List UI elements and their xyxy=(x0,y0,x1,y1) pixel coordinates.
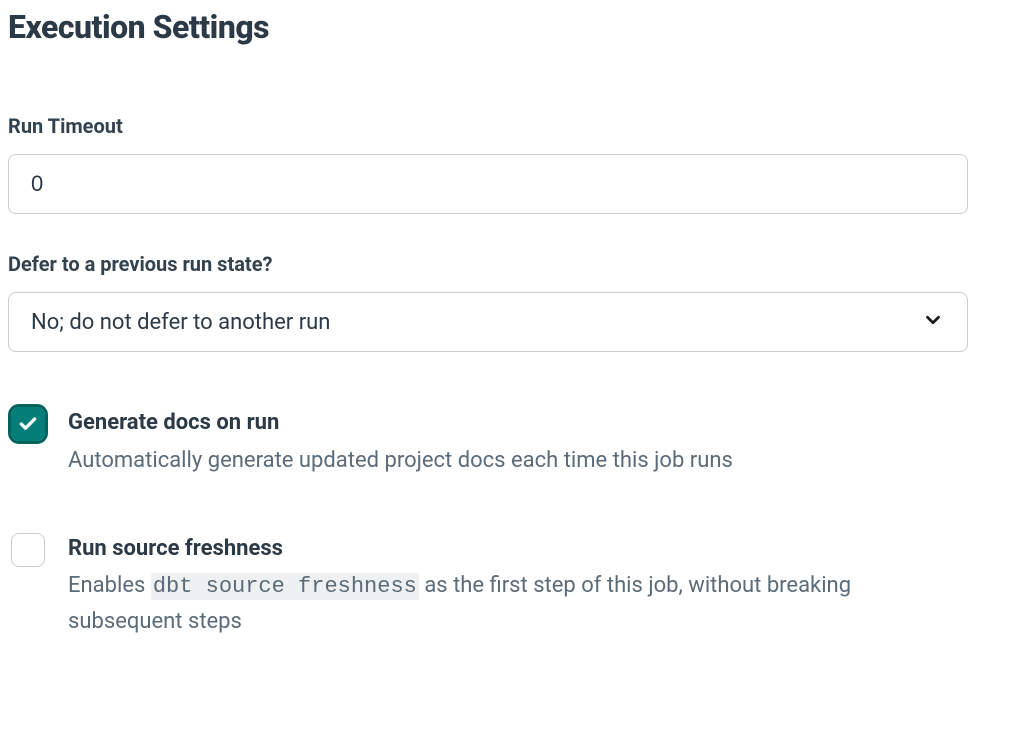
generate-docs-row: Generate docs on run Automatically gener… xyxy=(8,408,1016,478)
section-title: Execution Settings xyxy=(8,8,1016,46)
defer-run-select[interactable]: No; do not defer to another run xyxy=(8,292,968,352)
generate-docs-description: Automatically generate updated project d… xyxy=(68,444,968,478)
defer-run-group: Defer to a previous run state? No; do no… xyxy=(8,252,1016,352)
source-freshness-description: Enables dbt source freshness as the firs… xyxy=(68,569,968,638)
run-timeout-label: Run Timeout xyxy=(8,114,1016,138)
generate-docs-checkbox-container xyxy=(8,404,48,444)
source-freshness-row: Run source freshness Enables dbt source … xyxy=(8,534,1016,639)
source-freshness-checkbox-container xyxy=(8,530,48,570)
generate-docs-title: Generate docs on run xyxy=(68,408,968,438)
defer-run-label: Defer to a previous run state? xyxy=(8,252,1016,276)
source-freshness-title: Run source freshness xyxy=(68,534,968,564)
run-timeout-group: Run Timeout xyxy=(8,114,1016,214)
code-snippet: dbt source freshness xyxy=(151,573,419,600)
run-timeout-input[interactable] xyxy=(8,154,968,214)
